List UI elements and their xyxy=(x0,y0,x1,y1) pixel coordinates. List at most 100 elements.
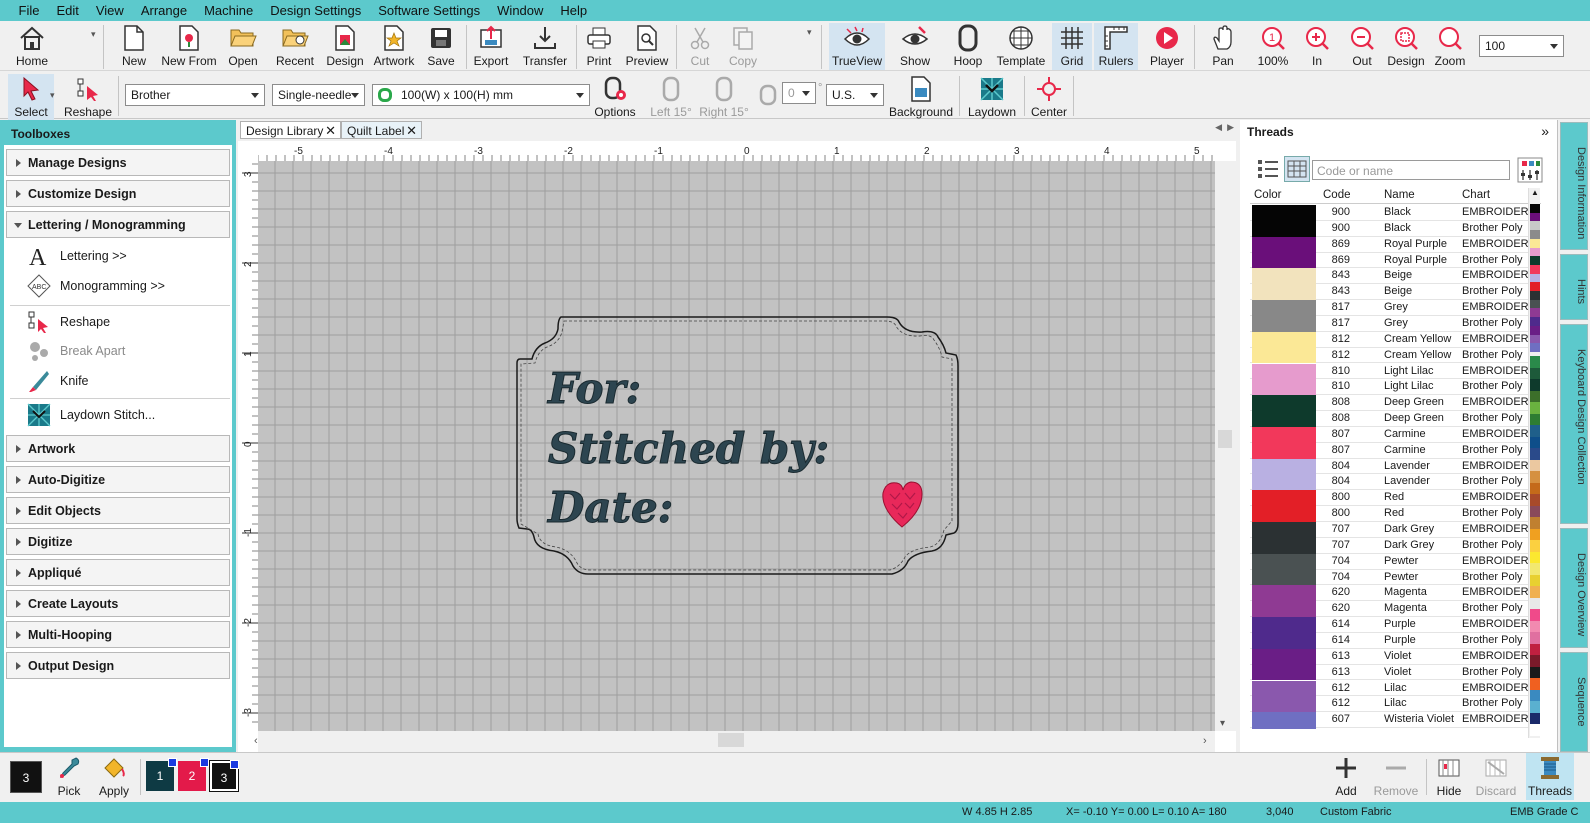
palette-swatch[interactable] xyxy=(1530,609,1540,621)
palette-swatch[interactable] xyxy=(1530,238,1540,248)
zoom-out-button[interactable]: Out xyxy=(1344,23,1380,70)
copy-button[interactable]: Copy xyxy=(726,23,760,70)
thread-row[interactable]: 843 Beige Brother Poly xyxy=(1250,284,1528,301)
ruler-corner[interactable] xyxy=(240,143,258,161)
color-swatch-1[interactable]: 1 xyxy=(146,758,177,791)
palette-swatch[interactable] xyxy=(1530,551,1540,564)
thread-row[interactable]: 800 Red Brother Poly xyxy=(1250,506,1528,522)
palette-swatch[interactable] xyxy=(1530,632,1540,644)
monogramming-tool[interactable]: ABC Monogramming >> xyxy=(26,272,165,300)
cut-button[interactable]: Cut xyxy=(686,23,714,70)
palette-swatch[interactable] xyxy=(1530,482,1540,495)
design-canvas[interactable]: -5 -4 -3 -2 -1 0 1 2 3 4 5 3 2 1 0 -1 -2 -3 For: Stitche… xyxy=(238,141,1236,752)
col-chart[interactable]: Chart xyxy=(1462,189,1490,201)
design-text-date[interactable]: Date: xyxy=(547,483,674,533)
zoom-100-button[interactable]: 1 100% xyxy=(1254,23,1292,70)
palette-swatch[interactable] xyxy=(1530,291,1540,300)
palette-swatch[interactable] xyxy=(1530,528,1540,541)
palette-swatch[interactable] xyxy=(1530,282,1540,292)
col-color[interactable]: Color xyxy=(1254,189,1281,201)
palette-swatch[interactable] xyxy=(1530,597,1540,610)
close-icon[interactable]: ✕ xyxy=(406,123,417,139)
thread-row[interactable]: 613 Violet EMBROIDERY xyxy=(1250,648,1528,665)
palette-swatch[interactable] xyxy=(1530,701,1540,713)
reshape-tool[interactable]: Reshape xyxy=(63,74,113,121)
artwork-button[interactable]: Artwork xyxy=(372,23,416,70)
lettering-tool[interactable]: A Lettering >> xyxy=(26,242,127,270)
palette-swatch[interactable] xyxy=(1530,655,1540,667)
palette-swatch[interactable] xyxy=(1530,505,1540,518)
palette-swatch[interactable] xyxy=(1530,325,1540,335)
chart-view-icon[interactable] xyxy=(1284,156,1310,182)
menu-arrange[interactable]: Arrange xyxy=(141,3,187,18)
thread-row[interactable]: 900 Black EMBROIDERY xyxy=(1250,205,1528,221)
background-button[interactable]: Background xyxy=(888,74,954,121)
palette-swatch[interactable] xyxy=(1530,367,1540,379)
menu-view[interactable]: View xyxy=(96,3,124,18)
palette-swatch[interactable] xyxy=(1530,574,1540,587)
palette-swatch[interactable] xyxy=(1530,264,1540,274)
hoop-button[interactable]: Hoop xyxy=(950,23,986,70)
thread-row[interactable]: 843 Beige EMBROIDERY xyxy=(1250,268,1528,285)
rulers-button[interactable]: Rulers xyxy=(1094,23,1138,70)
palette-swatch[interactable] xyxy=(1530,471,1540,483)
palette-swatch[interactable] xyxy=(1530,390,1540,403)
menu-design-settings[interactable]: Design Settings xyxy=(270,3,361,18)
list-view-icon[interactable] xyxy=(1256,157,1280,181)
palette-swatch[interactable] xyxy=(1530,666,1540,679)
thread-row[interactable]: 707 Dark Grey Brother Poly xyxy=(1250,537,1528,554)
palette-swatch[interactable] xyxy=(1530,413,1540,426)
palette-swatch[interactable] xyxy=(1530,308,1540,318)
new-from-button[interactable]: New From xyxy=(160,23,218,70)
palette-swatch[interactable] xyxy=(1530,273,1540,283)
options-button[interactable]: Options xyxy=(592,74,638,121)
units-select[interactable]: U.S. xyxy=(826,84,884,106)
group-customize-design[interactable]: Customize Design xyxy=(6,180,230,207)
thread-search-input[interactable]: Code or name xyxy=(1312,160,1510,180)
palette-swatch[interactable] xyxy=(1530,436,1540,449)
laydown-button[interactable]: Laydown xyxy=(965,74,1019,121)
thread-row[interactable]: 869 Royal Purple Brother Poly xyxy=(1250,252,1528,269)
pan-button[interactable]: Pan xyxy=(1208,23,1238,70)
palette-swatch[interactable] xyxy=(1530,563,1540,575)
remove-thread-button[interactable]: Remove xyxy=(1373,753,1419,800)
thread-row[interactable]: 612 Lilac Brother Poly xyxy=(1250,696,1528,713)
thread-row[interactable]: 812 Cream Yellow Brother Poly xyxy=(1250,347,1528,364)
thread-row[interactable]: 804 Lavender Brother Poly xyxy=(1250,474,1528,491)
center-button[interactable]: Center xyxy=(1028,74,1070,121)
thread-row[interactable]: 614 Purple EMBROIDERY xyxy=(1250,617,1528,633)
thread-row[interactable]: 807 Carmine EMBROIDERY xyxy=(1250,426,1528,443)
thread-row[interactable]: 810 Light Lilac Brother Poly xyxy=(1250,379,1528,396)
tab-scroll-right-icon[interactable]: ▶ xyxy=(1227,122,1234,133)
thread-row[interactable]: 807 Carmine Brother Poly xyxy=(1250,442,1528,459)
zoom-button[interactable]: Zoom xyxy=(1431,23,1469,70)
pick-button[interactable]: Pick xyxy=(54,753,84,800)
palette-swatch[interactable] xyxy=(1530,256,1540,265)
menu-machine[interactable]: Machine xyxy=(204,3,253,18)
menu-file[interactable]: File xyxy=(19,3,40,18)
palette-swatch[interactable] xyxy=(1530,448,1540,460)
thread-row[interactable]: 613 Violet Brother Poly xyxy=(1250,664,1528,681)
preview-button[interactable]: Preview xyxy=(624,23,670,70)
collapse-panel-icon[interactable]: » xyxy=(1541,123,1549,139)
thread-row[interactable]: 612 Lilac EMBROIDERY xyxy=(1250,680,1528,697)
tab-sequence[interactable]: Sequence xyxy=(1560,652,1588,752)
apply-button[interactable]: Apply xyxy=(96,753,132,800)
horizontal-scroll-thumb[interactable] xyxy=(718,733,744,747)
trueview-button[interactable]: TrueView xyxy=(829,23,885,70)
palette-swatch[interactable] xyxy=(1530,643,1540,656)
rotate-right-15-button[interactable]: Right 15° xyxy=(698,74,750,121)
reshape-toolbox-tool[interactable]: Reshape xyxy=(26,308,110,336)
palette-swatch[interactable] xyxy=(1530,402,1540,414)
hoop-size-select[interactable]: 100(W) x 100(H) mm xyxy=(372,84,590,106)
rotate-left-15-button[interactable]: Left 15° xyxy=(648,74,694,121)
thread-row[interactable]: 620 Magenta Brother Poly xyxy=(1250,601,1528,618)
col-code[interactable]: Code xyxy=(1323,189,1351,201)
menu-software-settings[interactable]: Software Settings xyxy=(378,3,480,18)
palette-swatch[interactable] xyxy=(1530,204,1540,213)
palette-swatch[interactable] xyxy=(1530,540,1540,552)
grid-button[interactable]: Grid xyxy=(1052,23,1092,70)
select-tool[interactable]: Select xyxy=(8,74,54,121)
palette-swatch[interactable] xyxy=(1530,299,1540,309)
group-create-layouts[interactable]: Create Layouts xyxy=(6,590,230,617)
